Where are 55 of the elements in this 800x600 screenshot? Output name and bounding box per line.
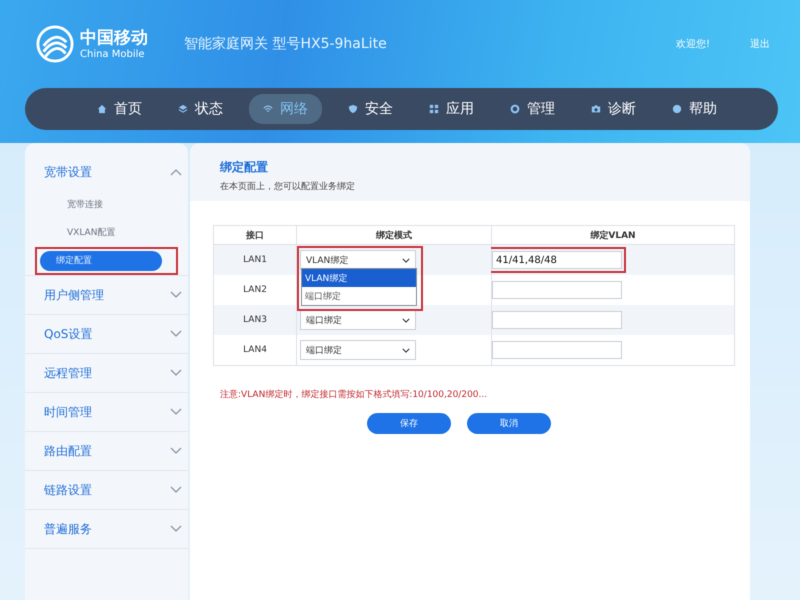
note-text: 注意:VLAN绑定时，绑定接口需按如下格式填写:10/100,20/200... [220, 388, 488, 401]
nav-icon [263, 104, 273, 114]
mode-select[interactable]: VLAN绑定 [300, 250, 416, 270]
sidebar-group[interactable]: 时间管理 [44, 404, 92, 420]
device-model: 智能家庭网关 型号HX5-9haLite [184, 35, 387, 53]
caret-icon [402, 348, 410, 352]
nav-tab[interactable]: 首页 [87, 94, 152, 124]
sidebar-group[interactable]: QoS设置 [44, 326, 92, 342]
action-button[interactable]: 保存 [367, 413, 451, 434]
welcome-text: 欢迎您! [676, 38, 710, 51]
vlan-input[interactable] [492, 281, 622, 299]
mode-select[interactable]: 端口绑定 [300, 310, 416, 330]
vlan-input[interactable] [492, 311, 622, 329]
sidebar-group[interactable]: 链路设置 [44, 482, 92, 498]
nav-icon [510, 104, 520, 114]
page-subtitle: 在本页面上，您可以配置业务绑定 [220, 180, 356, 193]
brand-name: 中国移动 [80, 28, 148, 48]
nav-icon [591, 104, 601, 114]
nav-icon [97, 104, 107, 114]
sidebar-item[interactable]: 绑定配置 [40, 251, 162, 271]
nav-tab[interactable]: 管理 [500, 94, 565, 124]
nav-tab[interactable]: 状态 [168, 94, 233, 124]
sidebar-group[interactable]: 路由配置 [44, 442, 92, 460]
nav-icon [178, 104, 188, 114]
nav-icon [429, 104, 439, 114]
nav-tab[interactable]: 网络 [249, 94, 322, 124]
mode-select[interactable]: 端口绑定 [300, 340, 416, 360]
logo-icon [36, 25, 74, 63]
table-cell: LAN3 [214, 305, 296, 335]
nav-icon [348, 104, 358, 114]
table-cell: LAN4 [214, 335, 296, 366]
nav-tab[interactable]: 诊断 [581, 94, 646, 124]
nav-icon [672, 104, 682, 114]
caret-icon [402, 318, 410, 322]
nav-tab[interactable]: 安全 [338, 94, 403, 124]
vlan-input[interactable] [492, 341, 622, 359]
sidebar-group[interactable]: 用户侧管理 [44, 286, 104, 304]
table-cell: LAN1 [214, 244, 296, 275]
action-button[interactable]: 取消 [467, 413, 551, 434]
brand-name-english: China Mobile [80, 48, 146, 60]
column-header: 绑定VLAN [492, 226, 734, 244]
page-title: 绑定配置 [220, 159, 269, 176]
caret-icon [402, 258, 410, 262]
nav-tab[interactable]: 帮助 [662, 94, 727, 124]
nav-tab[interactable]: 应用 [419, 94, 484, 124]
dropdown-option[interactable]: VLAN绑定 [302, 269, 416, 287]
sidebar-group[interactable]: 宽带设置 [44, 164, 92, 180]
vlan-input[interactable]: 41/41,48/48 [492, 251, 622, 269]
column-header: 接口 [214, 226, 296, 244]
sidebar-group[interactable]: 普遍服务 [44, 520, 92, 538]
sidebar-item[interactable]: 宽带连接 [40, 195, 173, 215]
dropdown-option[interactable]: 端口绑定 [302, 287, 416, 305]
sidebar-item[interactable]: VXLAN配置 [40, 223, 173, 243]
column-header: 绑定模式 [296, 226, 492, 244]
sidebar-group[interactable]: 远程管理 [44, 364, 92, 382]
